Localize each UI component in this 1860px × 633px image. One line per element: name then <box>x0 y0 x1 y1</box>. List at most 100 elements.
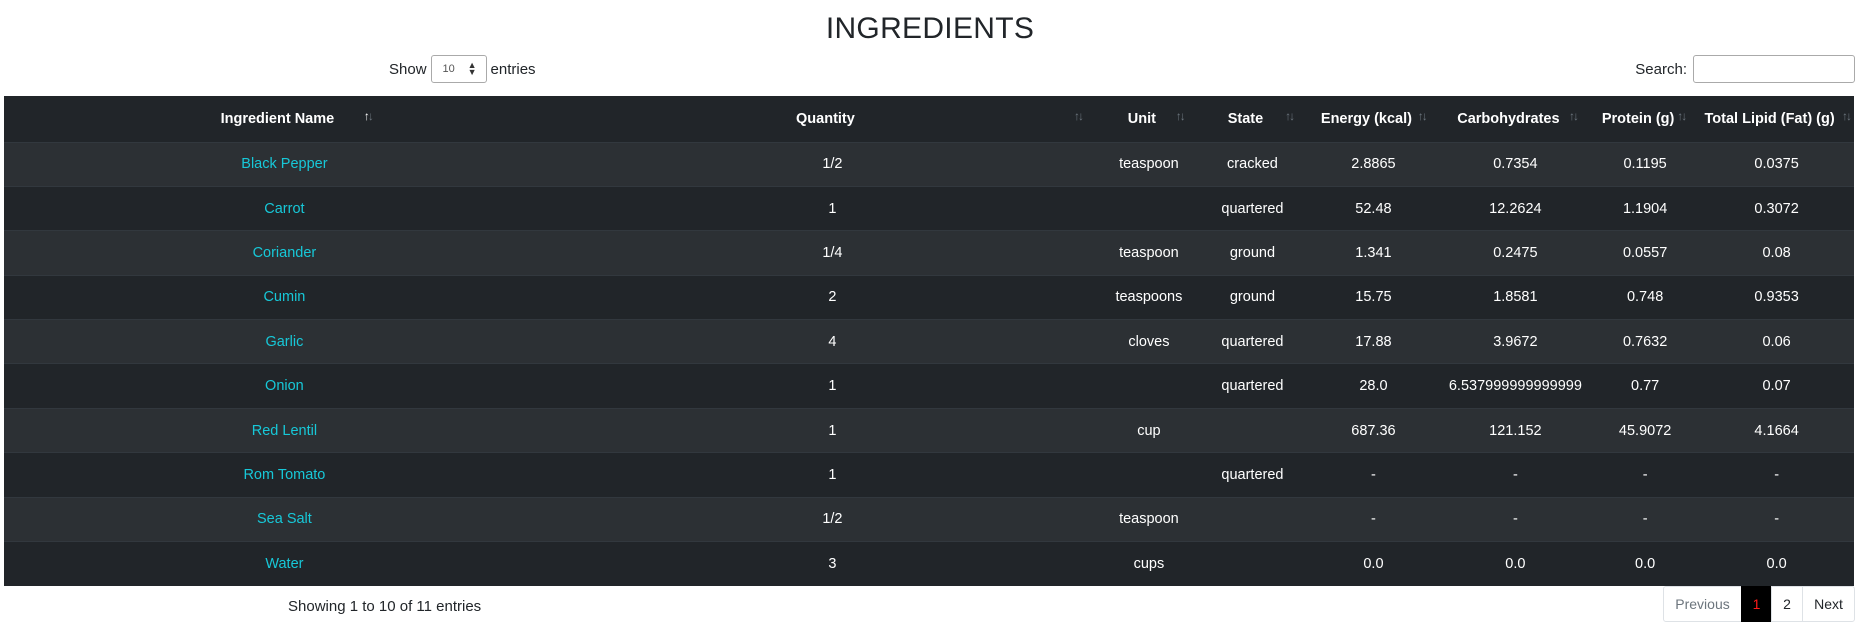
table-row: Coriander 1/4 teaspoon ground 1.341 0.2475 0.0… <box>4 230 1854 276</box>
table-cell: Rom Tomato <box>4 452 565 498</box>
table-cell: 1 <box>564 363 1101 409</box>
sort-arrows-icon: ↑↓ <box>1677 109 1687 123</box>
table-cell <box>1100 452 1198 498</box>
table-cell: 0.08 <box>1699 230 1854 276</box>
table-cell: 4 <box>564 319 1101 364</box>
table-cell: 0.3072 <box>1699 185 1854 231</box>
ingredient-link[interactable]: Sea Salt <box>257 511 312 527</box>
ingredient-link[interactable]: Onion <box>265 378 304 394</box>
page-2-button[interactable]: 2 <box>1771 586 1803 622</box>
column-header[interactable]: Total Lipid (Fat) (g) ↑↓ <box>1699 96 1854 143</box>
table-cell: 0.07 <box>1699 363 1854 409</box>
table-cell: 1.341 <box>1307 230 1440 276</box>
page-1-button[interactable]: 1 <box>1741 586 1772 622</box>
table-cell: - <box>1439 452 1592 498</box>
table-cell <box>1197 541 1308 586</box>
table-row: Carrot 1 quartered 52.48 12.2624 1.1904 0.3072 <box>4 185 1854 231</box>
table-cell: 4.1664 <box>1699 407 1854 453</box>
table-row: Red Lentil 1 cup 687.36 121.152 45.9072 4.1664 <box>4 407 1854 453</box>
table-cell: cloves <box>1100 319 1198 364</box>
table-cell: 687.36 <box>1307 407 1440 453</box>
ingredients-table: Ingredient Name ↑↓ Quantity ↑↓ Unit ↑↓ State ↑↓… <box>4 96 1854 586</box>
column-header[interactable]: State ↑↓ <box>1197 96 1308 143</box>
ingredient-link[interactable]: Black Pepper <box>241 156 327 172</box>
table-cell: Sea Salt <box>4 496 565 542</box>
table-row: Sea Salt 1/2 teaspoon - - - - <box>4 496 1854 542</box>
table-cell: 0.0 <box>1699 541 1854 586</box>
table-cell: Water <box>4 541 565 586</box>
table-cell: Garlic <box>4 319 565 364</box>
column-header[interactable]: Carbohydrates ↑↓ <box>1439 96 1592 143</box>
table-cell: quartered <box>1197 319 1308 364</box>
ingredient-link[interactable]: Water <box>265 556 303 572</box>
pagination: Previous 1 2 Next <box>1663 586 1855 622</box>
entries-length-value: 10 <box>442 63 455 75</box>
table-row: Onion 1 quartered 28.0 6.537999999999999 0.77… <box>4 363 1854 409</box>
table-cell: 1.8581 <box>1439 274 1592 320</box>
table-cell: 0.0375 <box>1699 141 1854 187</box>
column-header[interactable]: Protein (g) ↑↓ <box>1591 96 1700 143</box>
table-cell: Black Pepper <box>4 141 565 187</box>
table-cell <box>1197 496 1308 542</box>
table-cell: - <box>1591 452 1700 498</box>
table-cell: 28.0 <box>1307 363 1440 409</box>
table-cell: 3.9672 <box>1439 319 1592 364</box>
sort-arrows-icon: ↑↓ <box>1285 109 1295 123</box>
table-cell: 0.06 <box>1699 319 1854 364</box>
table-cell: 1/2 <box>564 496 1101 542</box>
column-header-label: Total Lipid (Fat) (g) <box>1704 110 1835 127</box>
table-cell: 3 <box>564 541 1101 586</box>
ingredient-link[interactable]: Coriander <box>253 245 317 261</box>
table-cell: 1/2 <box>564 141 1101 187</box>
column-header[interactable]: Unit ↑↓ <box>1100 96 1198 143</box>
table-cell: quartered <box>1197 363 1308 409</box>
table-cell: teaspoon <box>1100 141 1198 187</box>
table-cell: Carrot <box>4 185 565 231</box>
sort-arrows-icon: ↑↓ <box>1175 109 1186 123</box>
search-label: Search: <box>1635 60 1687 78</box>
table-cell <box>1100 185 1198 231</box>
ingredient-link[interactable]: Carrot <box>264 201 304 217</box>
table-row: Garlic 4 cloves quartered 17.88 3.9672 0.7632 0… <box>4 319 1854 364</box>
column-header[interactable]: Energy (kcal) ↑↓ <box>1307 96 1440 143</box>
table-cell: Cumin <box>4 274 565 320</box>
ingredient-link[interactable]: Garlic <box>265 334 303 350</box>
ingredient-link[interactable]: Rom Tomato <box>243 467 325 483</box>
table-cell: 0.748 <box>1591 274 1700 320</box>
table-cell: - <box>1699 452 1854 498</box>
entries-length-control: Show 10 ▲ ▼ entries <box>389 55 536 83</box>
entries-label: entries <box>490 60 536 78</box>
table-cell: 0.0 <box>1307 541 1440 586</box>
table-cell <box>1100 363 1198 409</box>
search-input[interactable] <box>1693 55 1855 83</box>
sort-arrows-icon: ↑↓ <box>1417 109 1428 123</box>
table-cell: quartered <box>1197 452 1308 498</box>
ingredient-link[interactable]: Red Lentil <box>252 423 317 439</box>
column-header-label: Unit <box>1127 110 1156 127</box>
entries-length-select[interactable]: 10 ▲ ▼ <box>430 55 487 83</box>
table-cell: 0.2475 <box>1439 230 1592 276</box>
table-cell: 17.88 <box>1307 319 1440 364</box>
ingredient-link[interactable]: Cumin <box>263 289 305 305</box>
table-row: Water 3 cups 0.0 0.0 0.0 0.0 <box>4 541 1854 586</box>
table-cell: 0.9353 <box>1699 274 1854 320</box>
column-header-label: Energy (kcal) <box>1320 110 1412 127</box>
page-title: INGREDIENTS <box>825 12 1035 45</box>
table-info: Showing 1 to 10 of 11 entries <box>288 598 482 615</box>
table-cell: 0.0557 <box>1591 230 1700 276</box>
table-cell: teaspoons <box>1100 274 1198 320</box>
table-cell: teaspoon <box>1100 496 1198 542</box>
column-header[interactable]: Quantity ↑↓ <box>564 96 1101 143</box>
table-row: Black Pepper 1/2 teaspoon cracked 2.8865 0.73… <box>4 141 1854 187</box>
previous-page-button[interactable]: Previous <box>1663 586 1742 622</box>
table-header-row: Ingredient Name ↑↓ Quantity ↑↓ Unit ↑↓ State ↑↓… <box>4 96 1854 143</box>
column-header[interactable]: Ingredient Name ↑↓ <box>4 96 565 143</box>
table-cell <box>1197 407 1308 453</box>
sort-arrows-icon: ↑↓ <box>363 109 374 123</box>
table-cell: 2.8865 <box>1307 141 1440 187</box>
table-cell: 2 <box>564 274 1101 320</box>
next-page-button[interactable]: Next <box>1802 586 1855 622</box>
table-cell: - <box>1307 452 1440 498</box>
table-cell: 12.2624 <box>1439 185 1592 231</box>
table-cell: 0.77 <box>1591 363 1700 409</box>
